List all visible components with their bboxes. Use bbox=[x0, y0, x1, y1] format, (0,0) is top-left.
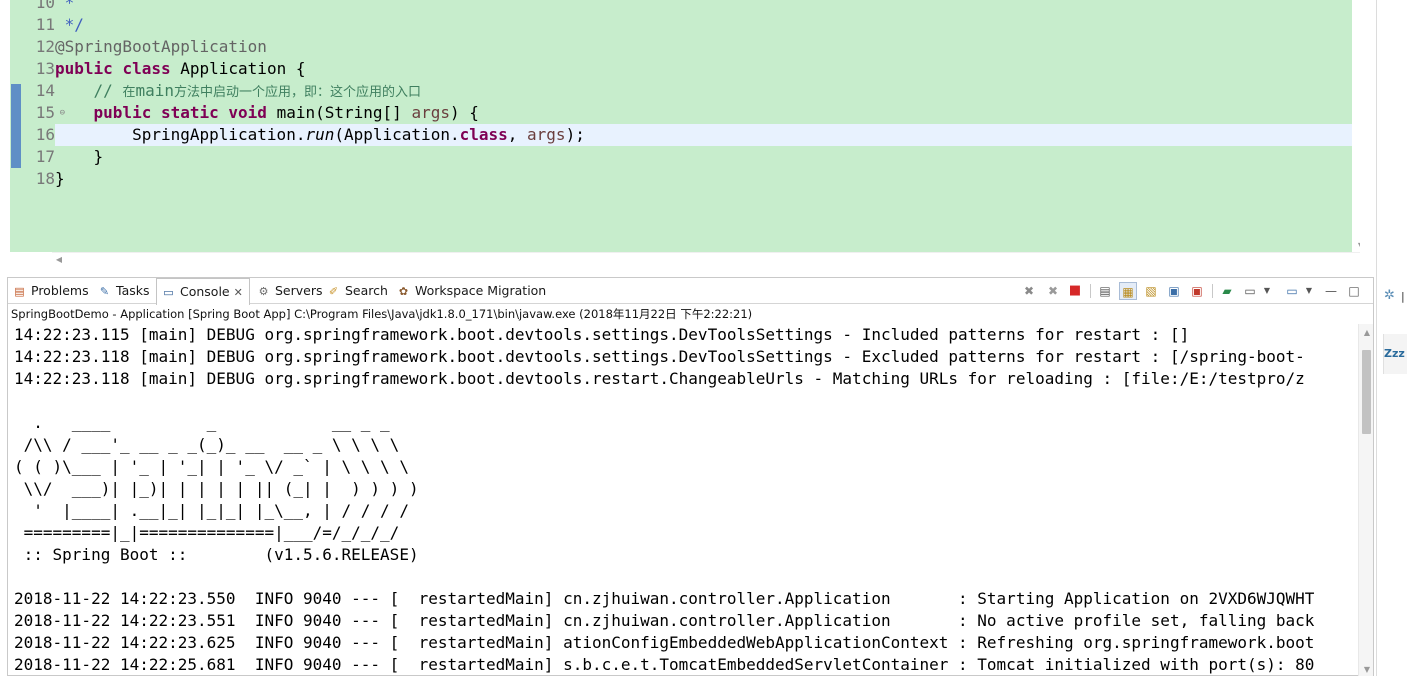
tab-label: Search bbox=[345, 283, 388, 298]
editor-vertical-scrollbar[interactable]: ▼ bbox=[1352, 0, 1360, 252]
toolbar-separator bbox=[1212, 284, 1213, 298]
remove-all-terminated-icon[interactable]: ✖ bbox=[1044, 282, 1062, 300]
show-on-stderr-icon[interactable]: ▣ bbox=[1188, 282, 1206, 300]
code-line[interactable]: */ bbox=[55, 14, 1360, 36]
eclipse-window: 10 11 12 13 14 15 ⊖ 16 17 18 * */ @Sprin… bbox=[0, 0, 1407, 676]
open-console-icon[interactable]: ▭ bbox=[1283, 282, 1301, 300]
display-selected-console-icon[interactable]: ▭ bbox=[1241, 282, 1259, 300]
console-line: :: Spring Boot :: (v1.5.6.RELEASE) bbox=[14, 545, 419, 564]
tab-tasks[interactable]: ✎ Tasks bbox=[97, 278, 150, 304]
chevron-down-icon[interactable]: ▼ bbox=[1258, 282, 1276, 300]
line-number: 16 bbox=[35, 125, 55, 144]
console-output[interactable]: 14:22:23.115 [main] DEBUG org.springfram… bbox=[8, 324, 1358, 676]
console-line: 2018-11-22 14:22:23.551 INFO 9040 --- [ … bbox=[14, 611, 1315, 630]
terminate-icon[interactable]: ■ bbox=[1066, 282, 1084, 300]
line-number: 14 bbox=[35, 81, 55, 100]
console-vertical-scrollbar[interactable]: ▲ ▼ bbox=[1358, 324, 1373, 676]
console-line: 14:22:23.118 [main] DEBUG org.springfram… bbox=[14, 369, 1305, 388]
zzz-label: Zzz bbox=[1384, 347, 1405, 360]
console-line: . ____ _ __ _ _ bbox=[14, 413, 390, 432]
code-line[interactable]: * bbox=[55, 0, 1360, 14]
line-number: 10 bbox=[35, 0, 55, 12]
console-line: 14:22:23.115 [main] DEBUG org.springfram… bbox=[14, 325, 1190, 344]
search-icon: ✐ bbox=[328, 285, 339, 298]
remove-launch-icon[interactable]: ✖ bbox=[1020, 282, 1038, 300]
code-line[interactable]: public class Application { bbox=[55, 58, 1360, 80]
tasks-icon: ✎ bbox=[99, 285, 110, 298]
console-line: \\/ ___)| |_)| | | | | || (_| | ) ) ) ) bbox=[14, 479, 419, 498]
scroll-up-arrow-icon[interactable]: ▲ bbox=[1358, 328, 1376, 337]
problems-icon: ▤ bbox=[14, 285, 25, 298]
code-line[interactable]: @SpringBootApplication bbox=[55, 36, 1360, 58]
tab-label: Servers bbox=[275, 283, 323, 298]
servers-icon: ⚙ bbox=[258, 285, 269, 298]
console-scroll-thumb[interactable] bbox=[1362, 350, 1371, 434]
tab-label: Workspace Migration bbox=[415, 283, 547, 298]
console-line: 14:22:23.118 [main] DEBUG org.springfram… bbox=[14, 347, 1305, 366]
scroll-lock-icon[interactable]: ▦ bbox=[1119, 282, 1137, 300]
code-line-current[interactable]: SpringApplication.run(Application.class,… bbox=[55, 124, 1360, 146]
console-line: ( ( )\___ | '_ | '_| | '_ \/ _` | \ \ \ … bbox=[14, 457, 409, 476]
show-on-stdout-icon[interactable]: ▣ bbox=[1165, 282, 1183, 300]
line-number-folding: 15 ⊖ bbox=[22, 102, 65, 124]
tab-console[interactable]: ▭ Console ✕ bbox=[156, 278, 250, 305]
line-number: 17 bbox=[35, 147, 55, 166]
toolbar-separator bbox=[1090, 284, 1091, 298]
scroll-down-arrow-icon[interactable]: ▼ bbox=[1358, 665, 1376, 674]
clear-console-icon[interactable]: ▤ bbox=[1096, 282, 1114, 300]
code-line[interactable]: } bbox=[55, 168, 1360, 190]
tab-servers[interactable]: ⚙ Servers bbox=[256, 278, 323, 304]
editor-left-gutter bbox=[0, 0, 10, 268]
editor-change-ruler bbox=[10, 0, 22, 252]
tab-problems[interactable]: ▤ Problems bbox=[12, 278, 89, 304]
tab-label: Problems bbox=[31, 283, 89, 298]
line-number-gutter: 10 11 12 13 14 15 ⊖ 16 17 18 bbox=[22, 0, 65, 252]
close-icon[interactable]: ✕ bbox=[234, 286, 243, 299]
word-wrap-icon[interactable]: ▧ bbox=[1142, 282, 1160, 300]
right-trim-bar: ✲ | Zzz bbox=[1376, 0, 1407, 676]
line-number: 15 bbox=[35, 103, 55, 122]
console-line: ' |____| .__|_| |_|_| |_\__, | / / / / bbox=[14, 501, 409, 520]
change-marker bbox=[11, 84, 21, 168]
console-line: 2018-11-22 14:22:23.550 INFO 9040 --- [ … bbox=[14, 589, 1315, 608]
code-line[interactable]: public static void main(String[] args) { bbox=[55, 102, 1360, 124]
code-line[interactable]: } bbox=[55, 146, 1360, 168]
console-line: 2018-11-22 14:22:25.681 INFO 9040 --- [ … bbox=[14, 655, 1315, 674]
console-icon: ▭ bbox=[163, 286, 174, 299]
workspace-migration-icon: ✿ bbox=[398, 285, 409, 298]
sleep-indicator[interactable]: Zzz bbox=[1383, 334, 1407, 374]
code-line[interactable]: // 在main方法中启动一个应用，即：这个应用的入口 bbox=[55, 80, 1360, 102]
console-line: 2018-11-22 14:22:23.625 INFO 9040 --- [ … bbox=[14, 633, 1315, 652]
scroll-left-arrow-icon[interactable]: ◀ bbox=[50, 255, 68, 264]
console-line: =========|_|==============|___/=/_/_/_/ bbox=[14, 523, 400, 542]
line-number: 13 bbox=[35, 59, 55, 78]
overflow-icon[interactable]: | bbox=[1401, 290, 1405, 303]
code-area[interactable]: * */ @SpringBootApplication public class… bbox=[55, 0, 1360, 252]
tab-search[interactable]: ✐ Search bbox=[326, 278, 388, 304]
console-panel: ▤ Problems ✎ Tasks ▭ Console ✕ ⚙ Servers ✐ Sea… bbox=[7, 277, 1374, 676]
tab-label: Tasks bbox=[116, 283, 150, 298]
panel-tab-bar: ▤ Problems ✎ Tasks ▭ Console ✕ ⚙ Servers ✐ Sea… bbox=[8, 278, 1373, 305]
editor-horizontal-scrollbar[interactable]: ◀ bbox=[52, 252, 1360, 268]
line-number: 11 bbox=[35, 15, 55, 34]
tab-label: Console bbox=[180, 284, 230, 299]
chevron-down-icon[interactable]: ▼ bbox=[1300, 282, 1318, 300]
console-process-description: SpringBootDemo - Application [Spring Boo… bbox=[11, 307, 753, 321]
pin-console-icon[interactable]: ▰ bbox=[1218, 282, 1236, 300]
scroll-down-arrow-icon[interactable]: ▼ bbox=[1352, 241, 1360, 250]
editor-body[interactable]: 10 11 12 13 14 15 ⊖ 16 17 18 * */ @Sprin… bbox=[10, 0, 1360, 252]
maximize-icon[interactable]: □ bbox=[1345, 282, 1363, 300]
tab-workspace-migration[interactable]: ✿ Workspace Migration bbox=[396, 278, 546, 304]
console-line: /\\ / ___'_ __ _ _(_)_ __ __ _ \ \ \ \ bbox=[14, 435, 400, 454]
code-editor[interactable]: 10 11 12 13 14 15 ⊖ 16 17 18 * */ @Sprin… bbox=[0, 0, 1376, 268]
gear-icon[interactable]: ✲ bbox=[1384, 288, 1395, 303]
line-number: 18 bbox=[35, 169, 55, 188]
line-number: 12 bbox=[35, 37, 55, 56]
minimize-icon[interactable]: — bbox=[1322, 282, 1340, 300]
